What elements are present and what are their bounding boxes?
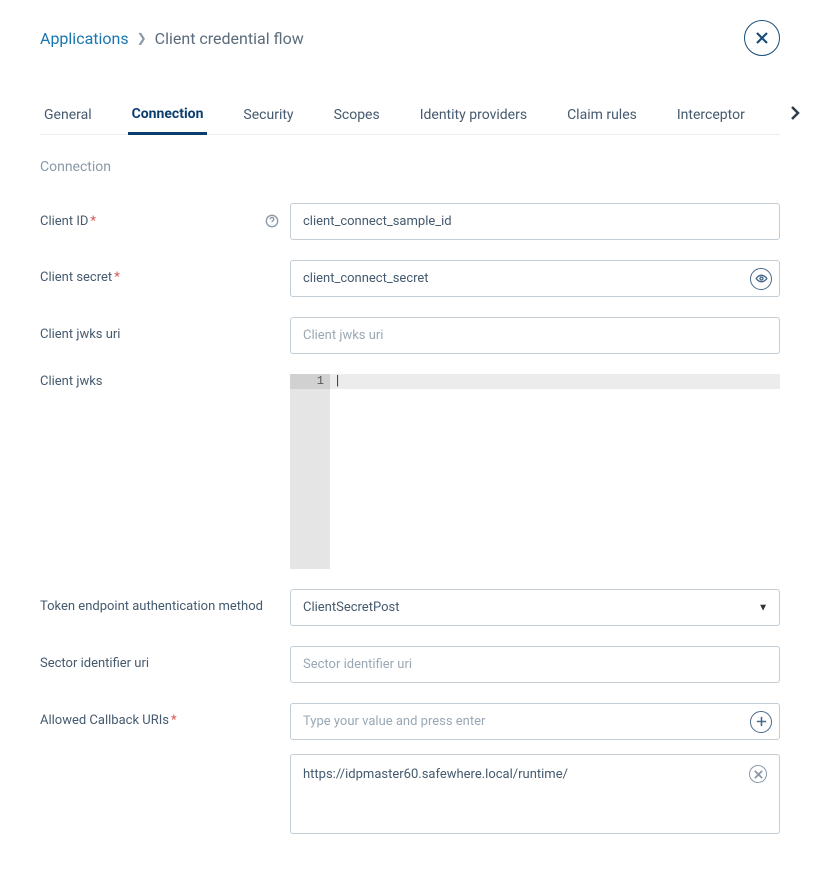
close-button[interactable] <box>744 20 780 56</box>
client-jwks-label: Client jwks <box>40 374 103 389</box>
tab-claim-rules[interactable]: Claim rules <box>563 97 641 133</box>
breadcrumb: Applications ❯ Client credential flow <box>40 29 304 48</box>
chevron-right-icon <box>787 105 803 121</box>
required-indicator: * <box>90 214 96 229</box>
editor-content-area[interactable]: | <box>330 374 780 569</box>
editor-gutter: 1 <box>290 374 330 569</box>
line-number: 1 <box>290 374 330 389</box>
breadcrumb-separator-icon: ❯ <box>137 31 147 45</box>
required-indicator: * <box>114 270 120 285</box>
tab-interceptor[interactable]: Interceptor <box>673 97 749 133</box>
eye-icon <box>755 272 768 285</box>
tab-connection[interactable]: Connection <box>128 96 208 135</box>
client-id-help-button[interactable] <box>264 213 280 229</box>
token-auth-method-select[interactable]: ClientSecretPost <box>290 589 780 626</box>
token-auth-method-label: Token endpoint authentication method <box>40 599 263 614</box>
plus-icon <box>755 715 768 728</box>
tab-security[interactable]: Security <box>239 97 297 133</box>
reveal-secret-button[interactable] <box>750 268 772 290</box>
add-callback-button[interactable] <box>750 711 772 733</box>
client-id-label: Client ID <box>40 214 88 229</box>
remove-callback-button[interactable] <box>749 765 767 783</box>
callback-uri-item: https://idpmaster60.safewhere.local/runt… <box>291 755 779 793</box>
required-indicator: * <box>171 713 177 728</box>
client-secret-input[interactable] <box>290 260 780 297</box>
client-secret-label: Client secret <box>40 270 112 285</box>
close-icon <box>754 770 763 779</box>
allowed-callback-input[interactable] <box>290 703 780 740</box>
close-icon <box>755 31 769 45</box>
tabs: General Connection Security Scopes Ident… <box>40 96 780 135</box>
tab-general[interactable]: General <box>40 97 96 133</box>
client-jwks-editor[interactable]: 1 | <box>290 374 780 569</box>
tab-scroll-right-button[interactable] <box>781 99 809 131</box>
client-jwks-uri-input[interactable] <box>290 317 780 354</box>
breadcrumb-current: Client credential flow <box>155 29 304 48</box>
sector-identifier-input[interactable] <box>290 646 780 683</box>
help-icon <box>265 214 279 228</box>
allowed-callback-label: Allowed Callback URIs <box>40 713 169 728</box>
callback-uri-list: https://idpmaster60.safewhere.local/runt… <box>290 754 780 834</box>
callback-uri-text: https://idpmaster60.safewhere.local/runt… <box>303 767 568 782</box>
tab-identity-providers[interactable]: Identity providers <box>416 97 531 133</box>
breadcrumb-parent-link[interactable]: Applications <box>40 29 129 48</box>
section-title: Connection <box>40 159 780 175</box>
sector-identifier-label: Sector identifier uri <box>40 656 149 671</box>
client-id-input[interactable] <box>290 203 780 240</box>
editor-cursor-line: | <box>330 374 780 389</box>
client-jwks-uri-label: Client jwks uri <box>40 327 120 342</box>
tab-scopes[interactable]: Scopes <box>330 97 384 133</box>
